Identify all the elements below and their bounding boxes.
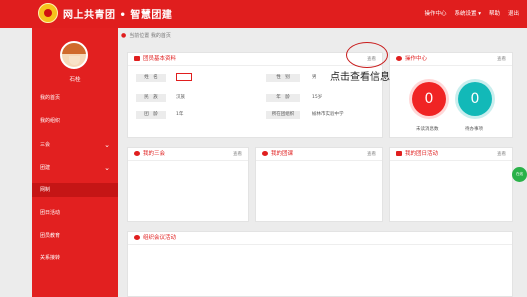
league-day-panel: 我的团日活动 查看 [389,147,513,222]
league-emblem-icon [38,3,58,23]
sidebar-item-label: 团建 [40,165,51,171]
class-icon [262,151,268,156]
ops-view-link[interactable]: 查看 [497,53,506,66]
league-age-value: 1年 [176,112,184,117]
org-value: 榆林市实验中学 [312,112,344,117]
online-chat-button[interactable]: 在线 [512,167,527,182]
app-title: 网上共青团 • 智慧团建 [63,10,173,21]
header-nav: 操作中心 系统设置 ▾ 帮助 退出 [424,9,519,17]
unread-messages-label: 未读消息数 [416,127,439,132]
profile-card-title: 团员基本资料 [143,56,177,62]
calendar-icon [396,151,402,156]
sidebar-item-label: 三会 [40,142,51,148]
todo-label: 待办事项 [465,127,483,132]
chevron-down-icon: ⌄ [104,141,110,149]
sidebar-item-education[interactable]: 团员教育 [32,229,118,243]
my-class-header: 我的团课 查看 [256,148,382,161]
sidebar-item-network[interactable]: 网制 [32,183,118,197]
name-value[interactable] [176,73,192,81]
league-day-title: 我的团日活动 [405,151,439,157]
avatar[interactable] [60,41,88,69]
three-meetings-view-link[interactable]: 查看 [233,148,242,161]
header-nav-ops-center[interactable]: 操作中心 [424,9,446,17]
age-value: 15岁 [312,95,323,100]
header-nav-settings[interactable]: 系统设置 ▾ [454,9,481,17]
chevron-down-icon: ⌄ [104,164,110,172]
three-meetings-title: 我的三会 [143,151,166,157]
annotation-circle [346,42,388,68]
my-class-panel: 我的团课 查看 [255,147,383,222]
age-label: 年 龄 [266,94,300,102]
name-label: 姓 名 [136,74,166,82]
ethnic-value: 汉族 [176,95,185,100]
header-nav-logout[interactable]: 退出 [508,9,519,17]
sidebar-item-league-day[interactable]: 团日活动 [32,206,118,220]
todo-counter[interactable]: 0 [458,82,492,116]
location-pin-icon: ● [121,32,127,39]
league-age-label: 团 龄 [136,111,166,119]
sidebar-item-label: 关系接转 [40,255,61,261]
org-activity-header: 组织会议活动 [128,232,512,245]
user-name: 石桂 [69,77,81,83]
sidebar-item-league-building[interactable]: 团建 ⌄ [32,161,118,175]
three-meetings-header: 我的三会 查看 [128,148,248,161]
sidebar-item-label: 网制 [40,187,51,193]
league-day-header: 我的团日活动 查看 [390,148,512,161]
three-meetings-panel: 我的三会 查看 [127,147,249,222]
gender-value: 男 [312,75,317,80]
org-activity-panel: 组织会议活动 [127,231,513,297]
meeting-icon [134,151,140,156]
profile-card-header: 团员基本资料 查看 [128,53,382,66]
org-activity-title: 组织会议活动 [143,235,177,241]
league-day-view-link[interactable]: 查看 [497,148,506,161]
breadcrumb-text: 当前位置 我的首页 [129,33,171,39]
ops-card-header: 操作中心 查看 [390,53,512,66]
sidebar-item-transfer[interactable]: 关系接转 [32,251,118,265]
gender-label: 性 别 [266,74,300,82]
sidebar: 石桂 我的首页 我的组织 三会 ⌄ 团建 ⌄ 网制 团日活动 团员教育 关系接转 [32,28,118,297]
activity-icon [134,235,140,240]
annotation-text: 点击查看信息 [330,72,390,83]
my-class-title: 我的团课 [271,151,294,157]
gear-icon [396,56,402,61]
sidebar-item-my-org[interactable]: 我的组织 [32,114,118,128]
sidebar-item-label: 团日活动 [40,210,61,216]
header-nav-help[interactable]: 帮助 [489,9,500,17]
sidebar-item-label: 我的组织 [40,118,61,124]
ethnic-label: 民 族 [136,94,166,102]
breadcrumb: ● 当前位置 我的首页 [121,30,171,42]
ops-card-title: 操作中心 [405,56,428,62]
id-card-icon [134,56,140,61]
top-header: 网上共青团 • 智慧团建 操作中心 系统设置 ▾ 帮助 退出 [0,0,527,28]
sidebar-item-three-meetings[interactable]: 三会 ⌄ [32,138,118,152]
my-class-view-link[interactable]: 查看 [367,148,376,161]
sidebar-item-label: 我的首页 [40,95,61,101]
org-label: 所在团组织 [266,111,300,119]
unread-messages-counter[interactable]: 0 [412,82,446,116]
ops-center-card: 操作中心 查看 0 0 未读消息数 待办事项 [389,52,513,138]
sidebar-item-label: 团员教育 [40,233,61,239]
sidebar-item-home[interactable]: 我的首页 [32,91,118,105]
profile-card: 团员基本资料 查看 姓 名 性 别 男 民 族 汉族 年 龄 15岁 团 龄 1… [127,52,383,138]
